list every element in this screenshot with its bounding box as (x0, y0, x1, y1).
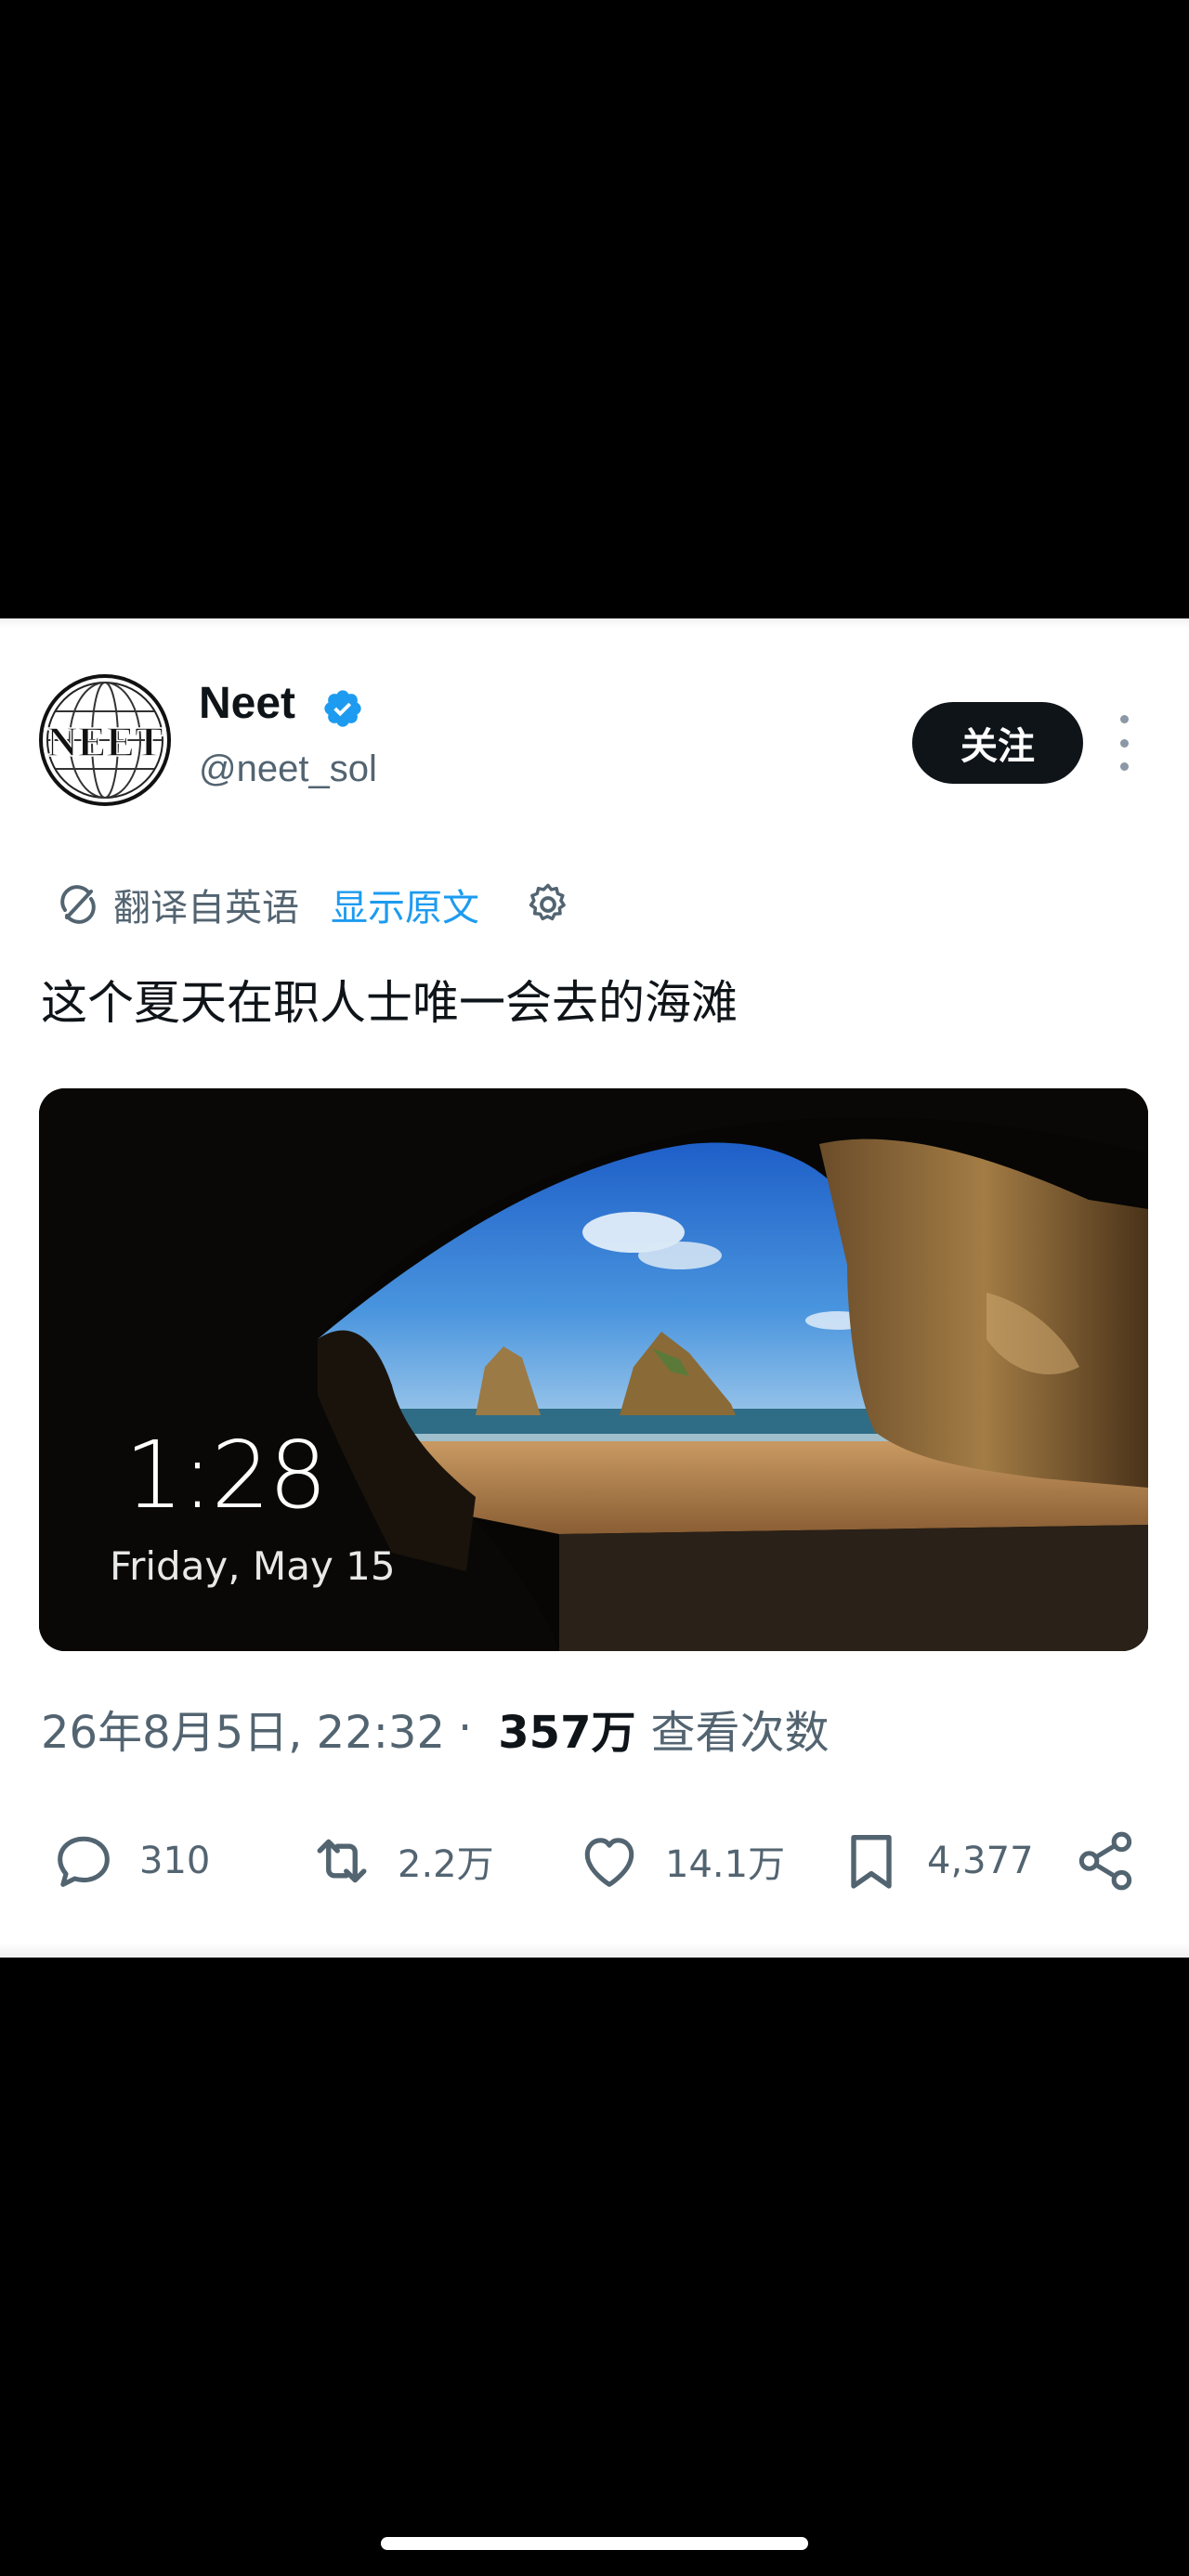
action-bar: 310 2.2万 14.1万 4,377 (0, 1816, 1189, 1909)
display-name[interactable]: Neet (199, 682, 295, 726)
translation-row: 翻译自英语 显示原文 (56, 877, 572, 932)
verified-badge-icon (324, 690, 361, 727)
home-indicator[interactable] (381, 2537, 808, 2550)
lock-screen-date: Friday, May 15 (110, 1543, 396, 1589)
tweet-timestamp[interactable]: 26年8月5日, 22:32 (41, 1696, 445, 1761)
user-handle[interactable]: @neet_sol (199, 748, 377, 790)
lock-screen-time: 1:28 (124, 1421, 328, 1529)
reply-button[interactable]: 310 (48, 1826, 210, 1896)
avatar[interactable]: NEET (39, 674, 171, 806)
translated-from-label: 翻译自英语 (113, 887, 299, 930)
reply-icon (58, 1836, 110, 1887)
gear-icon[interactable] (524, 880, 572, 929)
show-original-link[interactable]: 显示原文 (331, 878, 479, 931)
bookmark-button[interactable]: 4,377 (836, 1826, 1034, 1896)
tweet-meta: 26年8月5日, 22:32 · 357万 查看次数 (41, 1696, 830, 1761)
bookmark-icon (851, 1834, 892, 1889)
globe-logo-icon: NEET (44, 679, 166, 801)
follow-button[interactable]: 关注 (912, 702, 1083, 784)
repost-icon (317, 1839, 367, 1883)
repost-count: 2.2万 (398, 1843, 494, 1886)
share-button[interactable] (1070, 1826, 1141, 1896)
bookmark-count: 4,377 (927, 1840, 1034, 1882)
tweet-card[interactable]: NEET Neet @neet_sol 关注 翻译自英语 显示原文 这个夏天在职… (0, 618, 1189, 1958)
more-vertical-icon[interactable] (1111, 715, 1137, 771)
translate-icon (60, 885, 96, 924)
card-bottom-edge (0, 1943, 1189, 1958)
tweet-text: 这个夏天在职人士唯一会去的海滩 (41, 976, 738, 1030)
card-top-edge (0, 618, 1189, 628)
like-count: 14.1万 (665, 1843, 786, 1886)
heart-icon (584, 1838, 634, 1887)
meta-separator: · (458, 1702, 473, 1754)
tweet-media-image[interactable]: 1:28 Friday, May 15 (39, 1088, 1148, 1651)
share-icon (1078, 1831, 1132, 1891)
repost-button[interactable]: 2.2万 (307, 1826, 494, 1896)
like-button[interactable]: 14.1万 (574, 1826, 785, 1896)
svg-text:NEET: NEET (46, 718, 163, 765)
reply-count: 310 (139, 1840, 211, 1882)
screen: NEET Neet @neet_sol 关注 翻译自英语 显示原文 这个夏天在职… (0, 0, 1189, 2576)
views-count: 357万 (498, 1707, 636, 1759)
views-label: 查看次数 (650, 1707, 830, 1759)
